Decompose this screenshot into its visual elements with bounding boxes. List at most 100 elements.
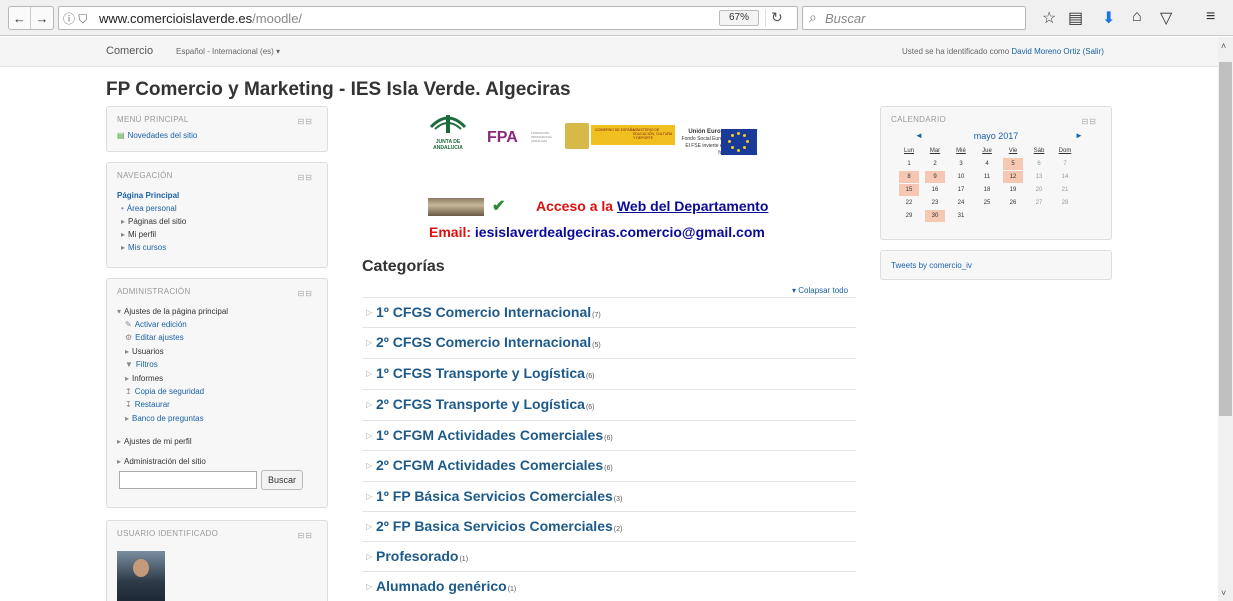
calendar-day[interactable]: 25 — [977, 197, 997, 209]
calendar-day[interactable]: 18 — [977, 184, 997, 196]
category-row[interactable]: ▷ 2º FP Basica Servicios Comerciales(2) — [362, 511, 856, 541]
category-row[interactable]: ▷ 1º CFGS Transporte y Logística(6) — [362, 358, 856, 388]
calendar-day[interactable]: 10 — [951, 171, 971, 183]
calendar-day[interactable]: 28 — [1055, 197, 1075, 209]
calendar-day[interactable]: 23 — [925, 197, 945, 209]
nav-item-profile[interactable]: ▸ Mi perfil — [121, 230, 156, 239]
block-controls-icon[interactable]: ⊟⊟ — [298, 173, 313, 182]
block-controls-icon[interactable]: ⊟⊟ — [298, 531, 313, 540]
category-row[interactable]: ▷ 2º CFGM Actividades Comerciales(6) — [362, 450, 856, 480]
brand-link[interactable]: Comercio — [106, 45, 153, 57]
user-name-link[interactable]: David Moreno Ortiz — [1011, 47, 1080, 56]
category-link[interactable]: 1º FP Básica Servicios Comerciales(3) — [376, 488, 622, 504]
nav-item-dashboard[interactable]: • Área personal — [121, 204, 177, 213]
category-link[interactable]: 2º FP Basica Servicios Comerciales(2) — [376, 518, 622, 534]
block-controls-icon[interactable]: ⊟⊟ — [1082, 117, 1097, 126]
expand-arrow-icon[interactable]: ▷ — [366, 582, 372, 591]
calendar-day[interactable]: 24 — [951, 197, 971, 209]
expand-arrow-icon[interactable]: ▷ — [366, 461, 372, 470]
calendar-day[interactable]: 30 — [925, 210, 945, 222]
calendar-day[interactable]: 2 — [925, 158, 945, 170]
scroll-up-icon[interactable]: ˄ — [1221, 41, 1226, 51]
bookmark-star-icon[interactable]: ☆ — [1042, 8, 1056, 28]
category-row[interactable]: ▷ 1º CFGS Comercio Internacional(7) — [362, 297, 856, 327]
calendar-day[interactable]: 7 — [1055, 158, 1075, 170]
calendar-day[interactable]: 3 — [951, 158, 971, 170]
admin-root[interactable]: ▾ Ajustes de la página principal — [117, 307, 228, 316]
nav-item-courses[interactable]: ▸ Mis cursos — [121, 243, 166, 252]
scroll-down-icon[interactable]: ˅ — [1221, 588, 1226, 598]
category-row[interactable]: ▷ 2º CFGS Transporte y Logística(6) — [362, 389, 856, 419]
calendar-day[interactable]: 14 — [1055, 171, 1075, 183]
category-link[interactable]: 1º CFGS Comercio Internacional(7) — [376, 304, 601, 320]
block-controls-icon[interactable]: ⊟⊟ — [298, 117, 313, 126]
nav-home-link[interactable]: Página Principal — [117, 191, 179, 200]
nav-item-site-pages[interactable]: ▸ Páginas del sitio — [121, 217, 186, 226]
calendar-day[interactable]: 21 — [1055, 184, 1075, 196]
expand-arrow-icon[interactable]: ▷ — [366, 552, 372, 561]
calendar-day[interactable]: 31 — [951, 210, 971, 222]
browser-search-bar[interactable]: ⌕ Buscar — [802, 6, 1026, 30]
calendar-day[interactable]: 4 — [977, 158, 997, 170]
admin-question-bank[interactable]: ▸ Banco de preguntas — [125, 414, 204, 423]
expand-arrow-icon[interactable]: ▷ — [366, 431, 372, 440]
admin-users[interactable]: ▸ Usuarios — [125, 347, 164, 356]
calendar-day[interactable]: 13 — [1029, 171, 1049, 183]
calendar-day[interactable]: 19 — [1003, 184, 1023, 196]
calendar-day[interactable]: 17 — [951, 184, 971, 196]
category-link[interactable]: 1º CFGS Transporte y Logística(6) — [376, 365, 595, 381]
category-row[interactable]: ▷ Profesorado(1) — [362, 541, 856, 571]
calendar-day[interactable]: 8 — [899, 171, 919, 183]
expand-arrow-icon[interactable]: ▷ — [366, 400, 372, 409]
home-icon[interactable]: ⌂ — [1132, 8, 1142, 26]
profile-settings[interactable]: ▸ Ajustes de mi perfil — [117, 437, 192, 446]
menu-icon[interactable]: ≡ — [1206, 8, 1215, 26]
collapse-all-link[interactable]: ▾ Colapsar todo — [792, 286, 848, 295]
admin-reports[interactable]: ▸ Informes — [125, 374, 163, 383]
calendar-day[interactable]: 9 — [925, 171, 945, 183]
category-link[interactable]: 2º CFGS Comercio Internacional(5) — [376, 334, 601, 350]
admin-backup[interactable]: ↥ Copia de seguridad — [125, 387, 204, 396]
category-link[interactable]: Profesorado(1) — [376, 548, 468, 564]
logout-link[interactable]: (Salir) — [1083, 47, 1104, 56]
calendar-day[interactable]: 6 — [1029, 158, 1049, 170]
calendar-day[interactable]: 12 — [1003, 171, 1023, 183]
admin-filters[interactable]: ▼ Filtros — [125, 360, 158, 369]
reload-icon[interactable]: ↻ — [771, 9, 783, 26]
admin-restore[interactable]: ↧ Restaurar — [125, 400, 170, 409]
calendar-day[interactable]: 16 — [925, 184, 945, 196]
pocket-icon[interactable]: ▽ — [1160, 8, 1172, 28]
admin-edit-mode[interactable]: ✎ Activar edición — [125, 320, 187, 329]
news-link[interactable]: ▤ Novedades del sitio — [117, 131, 197, 140]
calendar-day[interactable]: 27 — [1029, 197, 1049, 209]
scrollbar-thumb[interactable] — [1219, 62, 1232, 416]
avatar[interactable] — [117, 551, 165, 601]
category-link[interactable]: 2º CFGM Actividades Comerciales(6) — [376, 457, 613, 473]
category-link[interactable]: 2º CFGS Transporte y Logística(6) — [376, 396, 595, 412]
calendar-day[interactable]: 5 — [1003, 158, 1023, 170]
category-link[interactable]: 1º CFGM Actividades Comerciales(6) — [376, 427, 613, 443]
category-link[interactable]: Alumnado genérico(1) — [376, 578, 516, 594]
block-controls-icon[interactable]: ⊟⊟ — [298, 289, 313, 298]
language-menu[interactable]: Español - Internacional (es) ▾ — [176, 47, 280, 56]
tweets-link[interactable]: Tweets by comercio_iv — [891, 261, 972, 270]
calendar-day[interactable]: 15 — [899, 184, 919, 196]
category-row[interactable]: ▷ 2º CFGS Comercio Internacional(5) — [362, 327, 856, 357]
calendar-day[interactable]: 22 — [899, 197, 919, 209]
info-icon[interactable]: ⓘ ⛉ — [63, 10, 87, 27]
admin-search-button[interactable]: Buscar — [261, 470, 303, 490]
back-icon[interactable]: ← — [9, 7, 31, 29]
category-row[interactable]: ▷ 1º FP Básica Servicios Comerciales(3) — [362, 481, 856, 511]
download-icon[interactable]: ⬇ — [1102, 8, 1115, 28]
site-admin[interactable]: ▸ Administración del sitio — [117, 457, 206, 466]
category-row[interactable]: ▷ 1º CFGM Actividades Comerciales(6) — [362, 420, 856, 450]
admin-edit-settings[interactable]: ⚙ Editar ajustes — [125, 333, 184, 342]
zoom-indicator[interactable]: 67% — [719, 10, 759, 26]
calendar-day[interactable]: 20 — [1029, 184, 1049, 196]
admin-search-input[interactable] — [119, 471, 257, 489]
expand-arrow-icon[interactable]: ▷ — [366, 369, 372, 378]
category-row[interactable]: ▷ Alumnado genérico(1) — [362, 571, 856, 601]
forward-icon[interactable]: → — [31, 7, 53, 29]
department-web-link[interactable]: Web del Departamento — [617, 198, 768, 214]
calendar-day[interactable]: 29 — [899, 210, 919, 222]
